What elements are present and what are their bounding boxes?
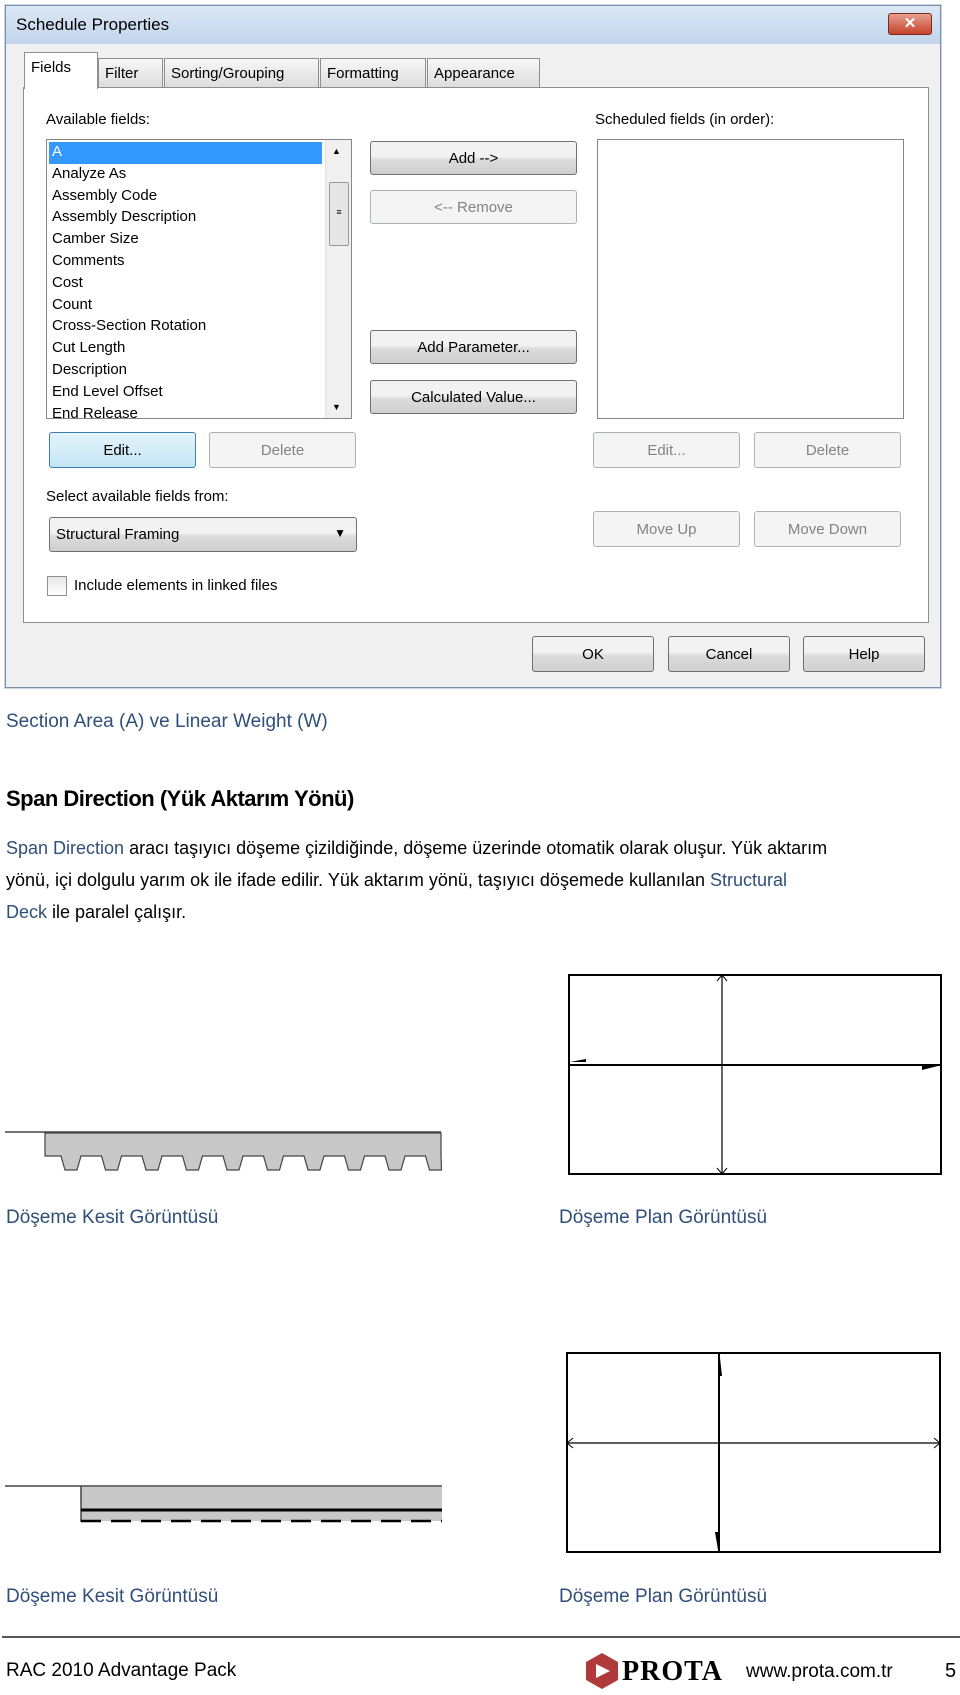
plan-boundary	[566, 1352, 941, 1553]
plan-boundary	[568, 974, 942, 1175]
help-button[interactable]: Help	[803, 636, 925, 672]
fields-source-dropdown[interactable]: Structural Framing ▼	[49, 517, 357, 552]
scroll-down-arrow-icon[interactable]: ▼	[332, 402, 341, 412]
term-structural: Structural	[710, 870, 788, 890]
available-field-item[interactable]: Camber Size	[49, 229, 322, 251]
include-linked-label: Include elements in linked files	[74, 577, 278, 594]
include-linked-checkbox[interactable]	[47, 576, 67, 596]
scroll-up-arrow-icon[interactable]: ▲	[332, 146, 341, 156]
calculated-value-button[interactable]: Calculated Value...	[370, 380, 577, 414]
term-span-direction: Span Direction	[6, 838, 125, 858]
tab-filter[interactable]: Filter	[98, 58, 163, 88]
edit-field-button[interactable]: Edit...	[49, 432, 196, 468]
page-number: 5	[945, 1660, 957, 1682]
delete-field-button[interactable]: Delete	[209, 432, 356, 468]
section-subtitle: Section Area (A) ve Linear Weight (W)	[6, 711, 328, 732]
dialog-title: Schedule Properties	[16, 15, 170, 34]
scrollbar[interactable]: ▲ ≡ ▼	[325, 140, 351, 418]
available-field-item[interactable]: A	[49, 142, 322, 164]
add-parameter-button[interactable]: Add Parameter...	[370, 330, 577, 364]
tab-fields[interactable]: Fields	[24, 52, 98, 89]
para-text: yönü, içi dolgulu yarım ok ile ifade edi…	[6, 870, 711, 890]
available-field-item[interactable]: Assembly Description	[49, 207, 322, 229]
prota-logo-icon	[584, 1652, 620, 1690]
slab-fill	[81, 1487, 442, 1521]
para-text: aracı taşıyıcı döşeme çizildiğinde, döşe…	[124, 838, 828, 858]
dropdown-value: Structural Framing	[56, 526, 180, 543]
close-button[interactable]: ✕	[888, 13, 932, 35]
delete-scheduled-button[interactable]: Delete	[754, 432, 901, 468]
footer-url[interactable]: www.prota.com.tr	[746, 1661, 893, 1683]
tab-appearance[interactable]: Appearance	[427, 58, 540, 88]
ok-button[interactable]: OK	[532, 636, 654, 672]
deck-plan-drawing-1	[568, 974, 942, 1175]
deck-section-drawing-1	[5, 1131, 443, 1171]
deck-plan-drawing-2	[566, 1352, 941, 1553]
close-x-icon: ✕	[903, 15, 917, 32]
footer-divider	[2, 1636, 960, 1638]
available-fields-list[interactable]: A Analyze As Assembly Code Assembly Descrip…	[46, 139, 352, 419]
term-deck: Deck	[6, 902, 48, 922]
add-button[interactable]: Add -->	[370, 141, 577, 175]
tab-formatting[interactable]: Formatting	[320, 58, 426, 88]
available-field-item[interactable]: Cut Length	[49, 338, 322, 360]
select-fields-from-label: Select available fields from:	[46, 488, 229, 505]
para-text: ile paralel çalışır.	[47, 902, 187, 922]
available-field-item[interactable]: Comments	[49, 251, 322, 273]
available-field-item[interactable]: End Level Offset	[49, 382, 322, 404]
footer-title: RAC 2010 Advantage Pack	[6, 1660, 237, 1681]
available-field-item[interactable]: End Release	[49, 404, 322, 418]
title-bar: Schedule Properties ✕	[6, 6, 940, 44]
scheduled-fields-label: Scheduled fields (in order):	[595, 111, 775, 128]
edit-scheduled-button[interactable]: Edit...	[593, 432, 740, 468]
scheduled-fields-list[interactable]	[597, 139, 904, 419]
available-field-item[interactable]: Analyze As	[49, 164, 322, 186]
caption-section-2: Döşeme Kesit Görüntüsü	[6, 1586, 219, 1607]
tab-sorting-grouping[interactable]: Sorting/Grouping	[164, 58, 319, 88]
move-down-button[interactable]: Move Down	[754, 511, 901, 547]
caption-plan-2: Döşeme Plan Görüntüsü	[559, 1586, 768, 1607]
available-field-item[interactable]: Count	[49, 295, 322, 317]
move-up-button[interactable]: Move Up	[593, 511, 740, 547]
available-field-item[interactable]: Cross-Section Rotation	[49, 316, 322, 338]
available-field-item[interactable]: Cost	[49, 273, 322, 295]
available-field-item[interactable]: Assembly Code	[49, 186, 322, 208]
scroll-thumb[interactable]: ≡	[329, 182, 349, 246]
available-field-item[interactable]: Description	[49, 360, 322, 382]
deck-section-drawing-2	[5, 1485, 442, 1523]
prota-logo-text: PROTA	[622, 1656, 723, 1687]
section-heading: Span Direction (Yük Aktarım Yönü)	[6, 786, 354, 811]
chevron-down-icon: ▼	[334, 526, 346, 540]
caption-section-1: Döşeme Kesit Görüntüsü	[6, 1207, 219, 1228]
ribbed-deck-profile	[44, 1132, 443, 1171]
schedule-properties-dialog: Schedule Properties ✕ Fields Filter Sort…	[5, 5, 941, 688]
available-fields-label: Available fields:	[46, 111, 150, 128]
caption-plan-1: Döşeme Plan Görüntüsü	[559, 1207, 768, 1228]
cancel-button[interactable]: Cancel	[668, 636, 790, 672]
remove-button[interactable]: <-- Remove	[370, 190, 577, 224]
body-paragraph: Span Direction aracı taşıyıcı döşeme çiz…	[6, 832, 827, 928]
